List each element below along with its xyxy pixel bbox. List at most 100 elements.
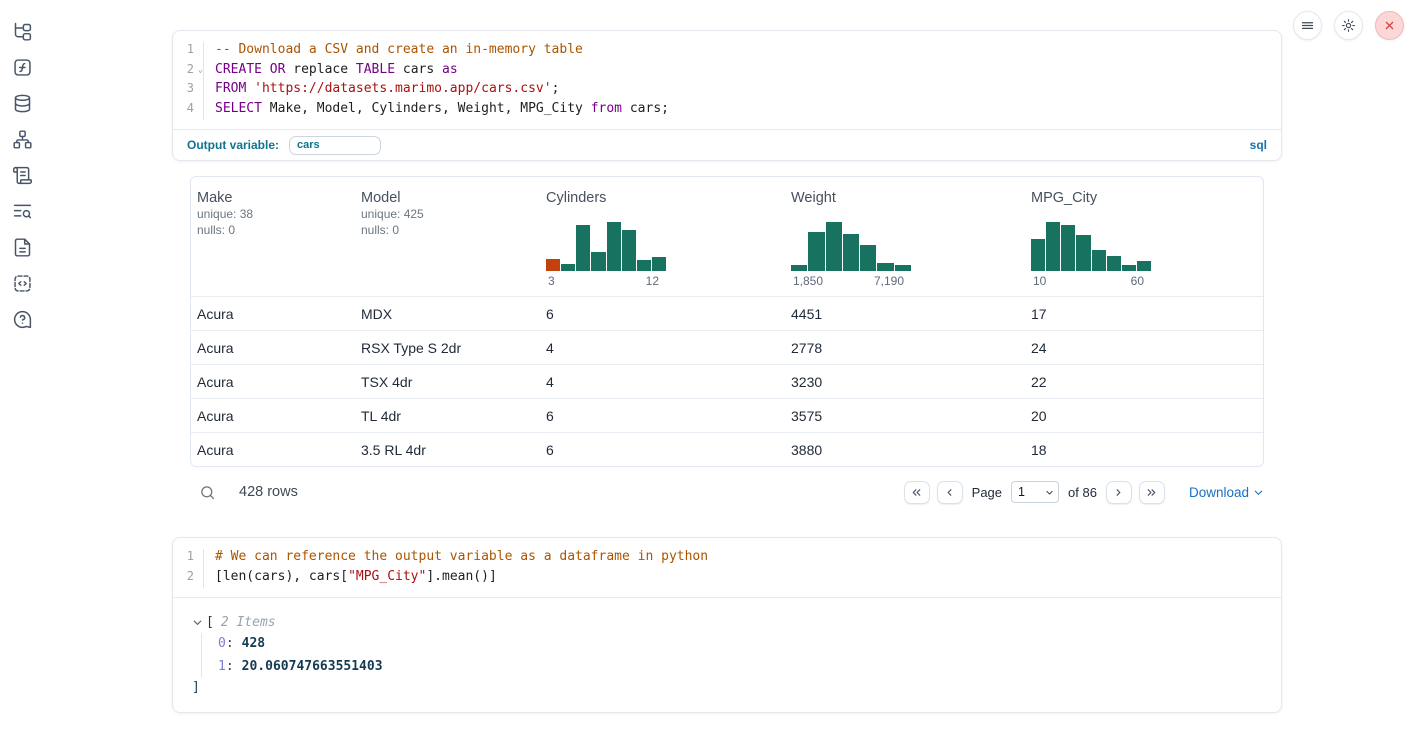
- table-row[interactable]: Acura3.5 RL 4dr6388018: [191, 432, 1263, 466]
- line-number: 1: [173, 42, 203, 62]
- sql-code-editor[interactable]: 12⌄34-- Download a CSV and create an in-…: [173, 31, 1281, 129]
- close-button[interactable]: [1375, 11, 1404, 40]
- first-page-button[interactable]: [904, 481, 930, 504]
- histogram-bar: [877, 263, 893, 271]
- axis-tick-label: 1,850: [793, 274, 823, 288]
- code-token: cars: [395, 62, 442, 77]
- histogram-bars: [546, 219, 666, 271]
- function-icon[interactable]: [12, 57, 33, 78]
- file-tree-icon[interactable]: [12, 21, 33, 42]
- table-cell: 4: [540, 374, 785, 390]
- download-button[interactable]: Download: [1189, 485, 1264, 500]
- code-token: SELECT: [215, 101, 262, 116]
- table-cell: TL 4dr: [355, 408, 540, 424]
- histogram-bar: [826, 222, 842, 271]
- scroll-icon[interactable]: [12, 165, 33, 186]
- page-select-value: 1: [1018, 485, 1025, 499]
- histogram-bars: [1031, 219, 1151, 271]
- table-row[interactable]: AcuraRSX Type S 2dr4277824: [191, 330, 1263, 364]
- entry-value: 20.060747663551403: [242, 659, 383, 674]
- entry-colon: :: [226, 636, 234, 651]
- line-number-gutter: 12⌄34: [173, 42, 204, 120]
- column-header-weight[interactable]: Weight1,8507,190: [785, 177, 1025, 296]
- output-variable-label: Output variable:: [187, 138, 279, 152]
- code-line[interactable]: FROM 'https://datasets.marimo.app/cars.c…: [215, 81, 669, 101]
- table-footer: 428 rows Page 1 of 86: [190, 478, 1264, 506]
- search-list-icon[interactable]: [12, 201, 33, 222]
- help-icon[interactable]: [12, 309, 33, 330]
- code-line[interactable]: SELECT Make, Model, Cylinders, Weight, M…: [215, 101, 669, 121]
- column-title: Weight: [791, 190, 1025, 206]
- code-token: [246, 81, 254, 96]
- histogram-bars: [791, 219, 911, 271]
- histogram-bar: [1046, 222, 1060, 271]
- histogram-bar: [895, 265, 911, 271]
- table-row[interactable]: AcuraTL 4dr6357520: [191, 398, 1263, 432]
- code-token: [len(cars), cars[: [215, 569, 348, 584]
- entry-index: 0: [218, 636, 226, 651]
- list-open-bracket: [: [206, 615, 214, 630]
- histogram-bar: [1076, 235, 1090, 271]
- list-items-count: 2 Items: [221, 615, 276, 630]
- code-token: replace: [285, 62, 355, 77]
- search-icon[interactable]: [199, 484, 216, 501]
- data-table: Makeunique: 38nulls: 0Modelunique: 425nu…: [190, 176, 1264, 467]
- entry-value: 428: [242, 636, 265, 651]
- table-cell: RSX Type S 2dr: [355, 340, 540, 356]
- column-header-model[interactable]: Modelunique: 425nulls: 0: [355, 177, 540, 296]
- table-row[interactable]: AcuraTSX 4dr4323022: [191, 364, 1263, 398]
- dependency-graph-icon[interactable]: [12, 129, 33, 150]
- last-page-button[interactable]: [1139, 481, 1165, 504]
- close-icon: [1382, 18, 1397, 33]
- snippet-icon[interactable]: [12, 273, 33, 294]
- code-line[interactable]: [len(cars), cars["MPG_City"].mean()]: [215, 569, 708, 589]
- helper-sidebar: [0, 0, 44, 330]
- code-token: CREATE: [215, 62, 262, 77]
- collapse-toggle-icon[interactable]: [192, 617, 203, 628]
- table-row[interactable]: AcuraMDX6445117: [191, 297, 1263, 330]
- code-token: ;: [552, 81, 560, 96]
- chevron-left-icon: [943, 486, 956, 499]
- code-line[interactable]: CREATE OR replace TABLE cars as: [215, 62, 669, 82]
- notebook-actions: [1293, 11, 1404, 40]
- menu-icon: [1300, 18, 1315, 33]
- previous-page-button[interactable]: [937, 481, 963, 504]
- next-page-button[interactable]: [1106, 481, 1132, 504]
- table-cell: 3.5 RL 4dr: [355, 442, 540, 458]
- column-header-cylinders[interactable]: Cylinders312: [540, 177, 785, 296]
- settings-button[interactable]: [1334, 11, 1363, 40]
- table-cell: TSX 4dr: [355, 374, 540, 390]
- histogram-bar: [652, 257, 666, 271]
- page-select[interactable]: 1: [1011, 481, 1059, 503]
- axis-tick-label: 12: [646, 274, 659, 288]
- histogram-bar: [591, 252, 605, 271]
- python-code-editor[interactable]: 12# We can reference the output variable…: [173, 538, 1281, 597]
- table-cell: MDX: [355, 306, 540, 322]
- histogram-bar: [561, 264, 575, 271]
- menu-button[interactable]: [1293, 11, 1322, 40]
- output-variable-input[interactable]: [289, 136, 381, 155]
- code-line[interactable]: -- Download a CSV and create an in-memor…: [215, 42, 669, 62]
- code-token: -- Download a CSV and create an in-memor…: [215, 42, 583, 57]
- table-cell: Acura: [191, 340, 355, 356]
- code-lines: # We can reference the output variable a…: [204, 549, 708, 588]
- table-cell: 24: [1025, 340, 1263, 356]
- line-number: 3: [173, 81, 203, 101]
- table-cell: 3575: [785, 408, 1025, 424]
- database-icon[interactable]: [12, 93, 33, 114]
- code-line[interactable]: # We can reference the output variable a…: [215, 549, 708, 569]
- histogram-bar: [808, 232, 824, 271]
- column-header-make[interactable]: Makeunique: 38nulls: 0: [191, 177, 355, 296]
- histogram-bar: [607, 222, 621, 271]
- table-cell: Acura: [191, 306, 355, 322]
- chevrons-left-icon: [910, 486, 923, 499]
- column-title: Make: [197, 190, 355, 206]
- page-label: Page: [972, 485, 1002, 500]
- fold-chevron-icon[interactable]: ⌄: [198, 65, 203, 75]
- document-icon[interactable]: [12, 237, 33, 258]
- sql-cell[interactable]: 12⌄34-- Download a CSV and create an in-…: [172, 30, 1282, 161]
- chevron-down-icon: [1253, 487, 1264, 498]
- column-title: MPG_City: [1031, 190, 1263, 206]
- column-header-mpg_city[interactable]: MPG_City1060: [1025, 177, 1263, 296]
- python-cell[interactable]: 12# We can reference the output variable…: [172, 537, 1282, 713]
